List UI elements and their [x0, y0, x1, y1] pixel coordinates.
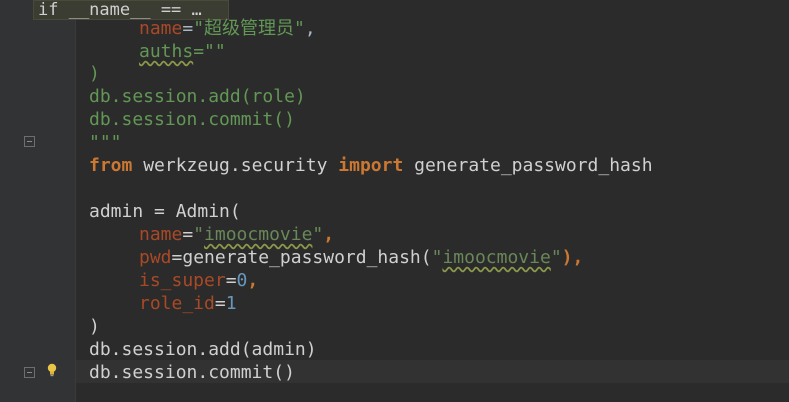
fold-icon[interactable] — [24, 367, 35, 378]
number-literal: 1 — [225, 293, 237, 314]
comma: , — [247, 270, 259, 291]
code-line: db.session.add(admin) — [89, 339, 317, 360]
code-line: pwd=generate_password_hash("imoocmovie")… — [89, 246, 583, 269]
comma: , — [323, 224, 335, 245]
code-line: """ — [89, 132, 122, 153]
param-pwd: pwd — [139, 247, 172, 268]
function-call: generate_password_hash( — [182, 247, 432, 268]
equals: = — [182, 224, 194, 245]
code-line: ) — [89, 316, 100, 337]
code-editor[interactable]: if __name__ == … name="超级管理员", auths="" … — [0, 0, 789, 402]
equals: = — [225, 270, 237, 291]
imported-name: generate_password_hash — [403, 155, 653, 176]
string-value: imoocmovie — [204, 224, 313, 245]
code-line: ) — [89, 63, 100, 84]
code-line: db.session.commit() — [89, 362, 295, 383]
code-line: admin = Admin( — [89, 201, 241, 222]
param-auths: auths — [139, 41, 194, 62]
comma: , — [304, 18, 316, 39]
keyword-import: import — [338, 155, 404, 176]
code-line: name="超级管理员", — [89, 17, 316, 40]
number-literal: 0 — [236, 270, 248, 291]
equals: = — [214, 293, 226, 314]
quote: " — [550, 247, 562, 268]
quote: " — [431, 247, 443, 268]
code-line: auths="" — [89, 40, 226, 63]
equals: = — [182, 18, 194, 39]
editor-gutter[interactable] — [0, 0, 76, 402]
code-line: name="imoocmovie", — [89, 223, 334, 246]
keyword-from: from — [89, 155, 133, 176]
quote: " — [312, 224, 324, 245]
lightbulb-icon[interactable] — [47, 363, 57, 377]
param-role-id: role_id — [139, 293, 215, 314]
fold-icon[interactable] — [24, 136, 35, 147]
equals: = — [193, 41, 205, 62]
code-line: db.session.add(role) — [89, 86, 306, 107]
equals: = — [171, 247, 183, 268]
code-line: db.session.commit() — [89, 109, 295, 130]
code-line: is_super=0, — [89, 269, 258, 292]
param-name: name — [139, 224, 183, 245]
param-name: name — [139, 18, 183, 39]
string-value: imoocmovie — [442, 247, 551, 268]
module-name: werkzeug.security — [132, 155, 339, 176]
quote: " — [193, 224, 205, 245]
string-literal: "" — [204, 41, 226, 62]
code-line: from werkzeug.security import generate_p… — [89, 154, 653, 177]
close-paren-comma: ), — [561, 247, 584, 268]
param-is-super: is_super — [139, 270, 226, 291]
string-literal: "超级管理员" — [193, 18, 305, 39]
code-line: role_id=1 — [89, 292, 237, 315]
